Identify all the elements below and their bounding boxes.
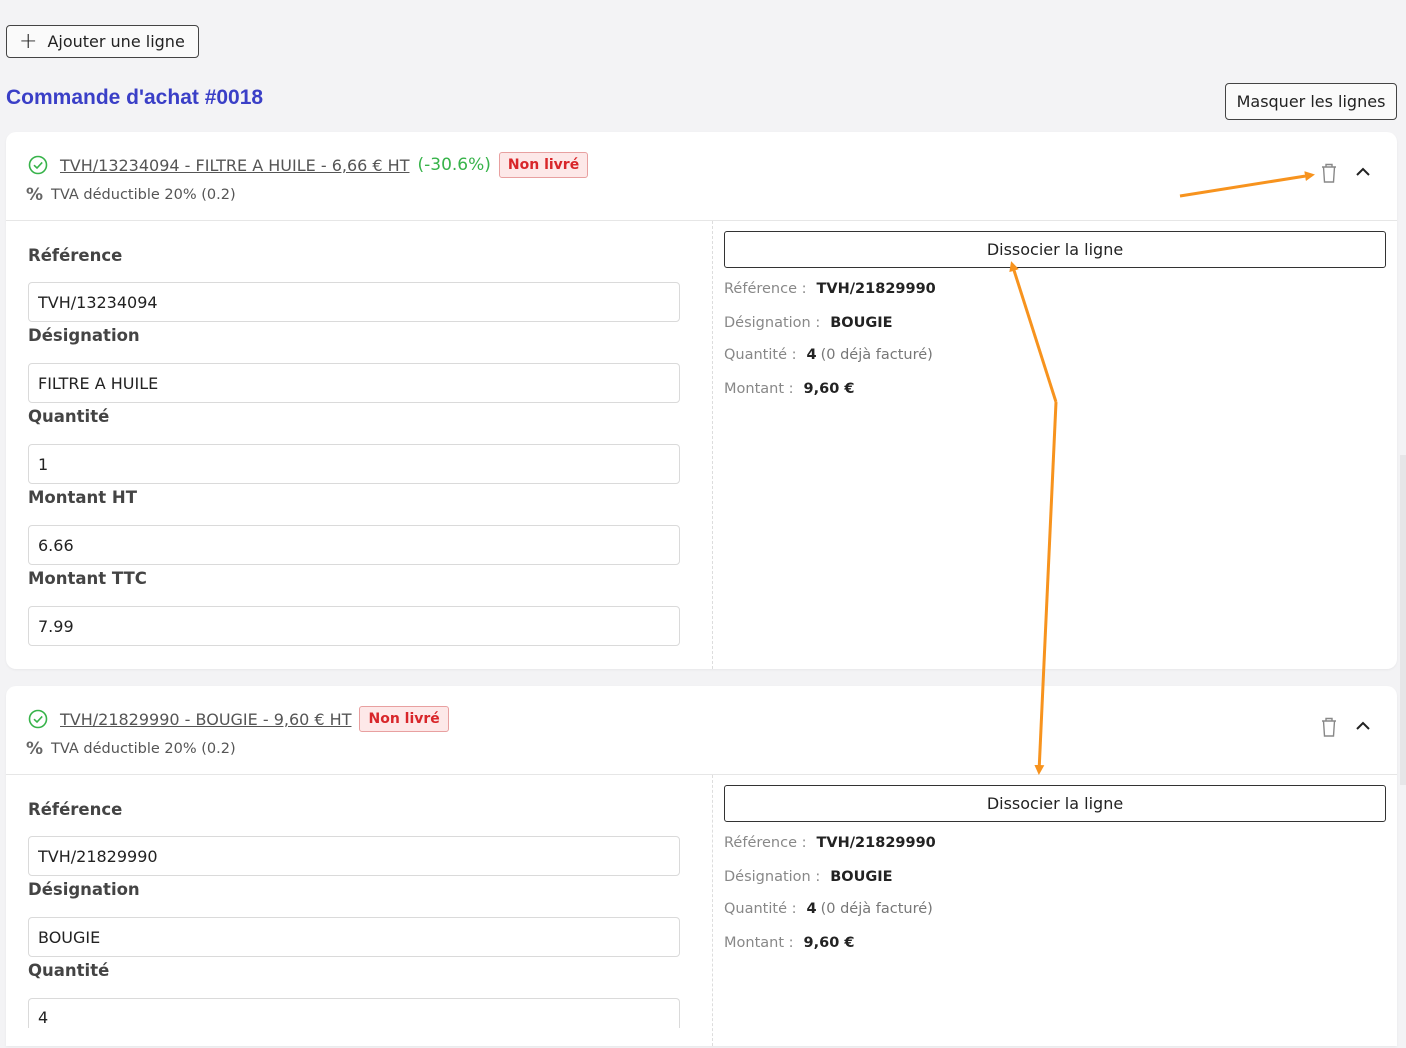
- percent-icon: %: [26, 739, 44, 759]
- chevron-up-icon[interactable]: [1354, 719, 1372, 733]
- linked-quantity-note: (0 déjà facturé): [820, 901, 933, 917]
- quantity-label: Quantité: [28, 407, 110, 426]
- linked-quantity-value: 4: [806, 901, 817, 917]
- reference-input[interactable]: [28, 836, 680, 876]
- vat-label: TVA déductible 20% (0.2): [51, 741, 236, 757]
- quantity-label: Quantité: [28, 961, 110, 980]
- order-line-card: TVH/21829990 - BOUGIE - 9,60 € HT Non li…: [6, 686, 1397, 1046]
- linked-quantity: Quantité : 4 (0 déjà facturé): [724, 347, 933, 363]
- order-line-link[interactable]: TVH/13234094 - FILTRE A HUILE - 6,66 € H…: [60, 156, 409, 175]
- order-line-header[interactable]: TVH/21829990 - BOUGIE - 9,60 € HT Non li…: [6, 686, 1397, 775]
- status-badge: Non livré: [359, 706, 449, 732]
- designation-label: Désignation: [28, 326, 140, 345]
- dissociate-line-button[interactable]: Dissocier la ligne: [724, 785, 1386, 822]
- linked-reference-value: TVH/21829990: [816, 835, 936, 851]
- linked-designation-label: Désignation :: [724, 869, 821, 885]
- column-divider: [712, 775, 713, 1046]
- linked-quantity: Quantité : 4 (0 déjà facturé): [724, 901, 933, 917]
- linked-amount-value: 9,60 €: [803, 381, 855, 397]
- designation-input[interactable]: [28, 363, 680, 403]
- amount-ttc-input[interactable]: [28, 606, 680, 646]
- order-line-link[interactable]: TVH/21829990 - BOUGIE - 9,60 € HT: [60, 710, 351, 729]
- status-badge: Non livré: [498, 152, 589, 178]
- trash-icon[interactable]: [1320, 716, 1338, 738]
- scrollbar[interactable]: [1400, 455, 1406, 785]
- chevron-up-icon[interactable]: [1354, 165, 1372, 179]
- check-circle-icon: [28, 155, 48, 175]
- order-line-card: TVH/13234094 - FILTRE A HUILE - 6,66 € H…: [6, 132, 1397, 669]
- linked-designation-label: Désignation :: [724, 315, 821, 331]
- dissociate-line-button[interactable]: Dissocier la ligne: [724, 231, 1386, 268]
- designation-label: Désignation: [28, 880, 140, 899]
- linked-amount-value: 9,60 €: [803, 935, 855, 951]
- linked-quantity-label: Quantité :: [724, 901, 797, 917]
- linked-amount: Montant : 9,60 €: [724, 935, 854, 951]
- linked-quantity-value: 4: [806, 347, 817, 363]
- check-circle-icon: [28, 709, 48, 729]
- linked-reference-label: Référence :: [724, 281, 807, 297]
- linked-amount-label: Montant :: [724, 935, 794, 951]
- column-divider: [712, 221, 713, 669]
- reference-label: Référence: [28, 246, 123, 265]
- quantity-input[interactable]: [28, 998, 680, 1028]
- amount-ht-input[interactable]: [28, 525, 680, 565]
- plus-icon: +: [19, 28, 38, 54]
- reference-input[interactable]: [28, 282, 680, 322]
- linked-amount: Montant : 9,60 €: [724, 381, 854, 397]
- linked-reference: Référence : TVH/21829990: [724, 281, 936, 297]
- linked-reference-value: TVH/21829990: [816, 281, 936, 297]
- discount-value: (-30.6%): [417, 155, 491, 175]
- add-line-label: Ajouter une ligne: [47, 32, 185, 51]
- hide-lines-button[interactable]: Masquer les lignes: [1225, 83, 1397, 120]
- linked-reference: Référence : TVH/21829990: [724, 835, 936, 851]
- percent-icon: %: [26, 185, 44, 205]
- add-line-button[interactable]: + Ajouter une ligne: [6, 25, 199, 58]
- amount-ttc-label: Montant TTC: [28, 569, 147, 588]
- linked-reference-label: Référence :: [724, 835, 807, 851]
- linked-quantity-note: (0 déjà facturé): [820, 347, 933, 363]
- trash-icon[interactable]: [1320, 162, 1338, 184]
- vat-label: TVA déductible 20% (0.2): [51, 187, 236, 203]
- purchase-order-title: Commande d'achat #0018: [6, 86, 264, 109]
- amount-ht-label: Montant HT: [28, 488, 137, 507]
- linked-quantity-label: Quantité :: [724, 347, 797, 363]
- linked-designation-value: BOUGIE: [830, 315, 893, 331]
- linked-designation: Désignation : BOUGIE: [724, 315, 893, 331]
- order-line-header[interactable]: TVH/13234094 - FILTRE A HUILE - 6,66 € H…: [6, 132, 1397, 221]
- linked-amount-label: Montant :: [724, 381, 794, 397]
- linked-designation: Désignation : BOUGIE: [724, 869, 893, 885]
- linked-designation-value: BOUGIE: [830, 869, 893, 885]
- quantity-input[interactable]: [28, 444, 680, 484]
- reference-label: Référence: [28, 800, 123, 819]
- designation-input[interactable]: [28, 917, 680, 957]
